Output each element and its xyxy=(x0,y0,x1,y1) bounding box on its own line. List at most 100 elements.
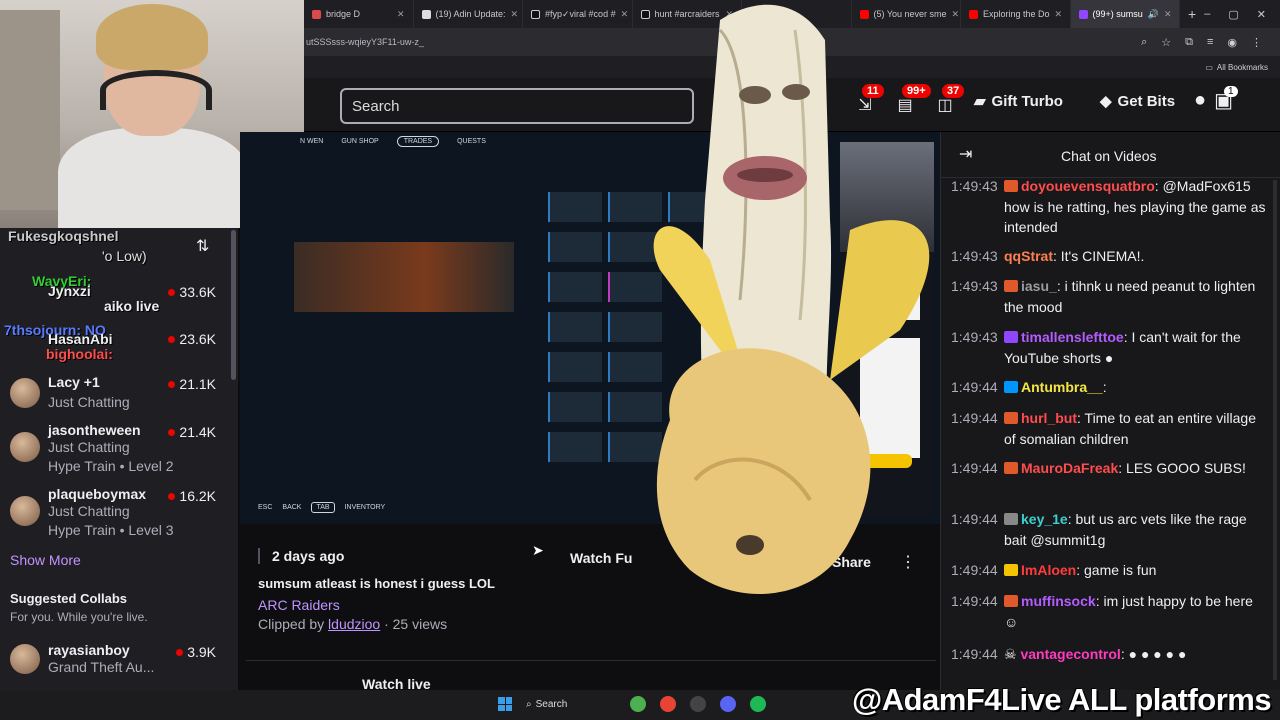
close-icon[interactable]: ✕ xyxy=(1164,9,1172,20)
viewer-count: 3.9K xyxy=(176,644,216,660)
bookmark-star-icon[interactable]: ☆ xyxy=(1161,36,1171,49)
channel-category: Just Chatting xyxy=(48,394,130,410)
chat-text: LES GOOO SUBS! xyxy=(1126,460,1246,476)
prime-loot-icon[interactable]: ⇲ 11 xyxy=(850,84,884,120)
zoom-icon[interactable]: ⌕ xyxy=(1141,36,1147,49)
browser-tab[interactable]: Exploring the Do ✕ xyxy=(961,0,1071,28)
share-button[interactable]: Share xyxy=(832,554,871,570)
overlay-chat-line: Fukesgkoqshnel xyxy=(8,228,119,244)
sort-icon[interactable]: ⇅ xyxy=(196,236,209,256)
tab-favicon xyxy=(312,9,321,19)
close-icon[interactable]: ✕ xyxy=(725,9,733,20)
browser-tab-active[interactable]: (99+) sumsu 🔊 ✕ xyxy=(1070,0,1180,28)
tab-favicon xyxy=(421,9,431,19)
gift-turbo-button[interactable]: ▰ Gift Turbo xyxy=(974,92,1063,111)
whispers-icon[interactable]: ◫ 37 xyxy=(930,84,965,120)
game-item-cell xyxy=(548,192,602,222)
show-more-link[interactable]: Show More xyxy=(10,552,81,568)
close-icon[interactable]: ✕ xyxy=(621,9,629,20)
browser-tab[interactable]: #fyp✓viral #cod # ✕ xyxy=(523,0,633,28)
app-icon[interactable] xyxy=(630,696,646,712)
media-icon[interactable]: ≡ xyxy=(1207,36,1213,49)
drops-icon[interactable]: ● xyxy=(1194,89,1206,112)
chat-username[interactable]: key_1e xyxy=(1021,511,1068,527)
emote-icon: ● ● ● ● ● xyxy=(1128,646,1187,662)
chrome-icon[interactable] xyxy=(660,696,676,712)
maximize-icon[interactable]: ▢ xyxy=(1228,8,1238,21)
chat-message: 1:49:44 muffinsock: im just happy to be h… xyxy=(951,593,1253,630)
chat-username[interactable]: MauroDaFreak xyxy=(1021,460,1118,476)
clipper-link[interactable]: ldudzioo xyxy=(328,616,380,632)
chat-username[interactable]: qqStrat xyxy=(1004,248,1053,264)
chat-username[interactable]: doyouevensquatbro xyxy=(1021,178,1155,194)
chat-timestamp: 1:49:43 xyxy=(951,329,998,345)
browser-tab[interactable]: bridge D ✕ xyxy=(304,0,414,28)
sidebar-channel[interactable]: plaqueboymax Just Chatting Hype Train • … xyxy=(0,482,238,542)
close-icon[interactable]: ✕ xyxy=(397,9,405,20)
badge-count: 11 xyxy=(862,84,884,98)
get-bits-button[interactable]: ◆ Get Bits xyxy=(1100,92,1175,111)
close-icon[interactable]: ✕ xyxy=(511,9,519,20)
game-info-card xyxy=(860,260,920,320)
speaker-icon[interactable]: 🔊 xyxy=(1148,9,1159,20)
clip-game-link[interactable]: ARC Raiders xyxy=(258,597,340,613)
browser-tab[interactable]: (5) You never sme ✕ xyxy=(852,0,961,28)
chat-username[interactable]: iasu_ xyxy=(1021,278,1057,294)
new-tab-icon[interactable]: + xyxy=(1180,6,1204,22)
windows-start-icon[interactable] xyxy=(498,697,512,711)
close-icon[interactable]: ✕ xyxy=(1055,9,1063,20)
video-player[interactable]: N WEN GUN SHOP TRADES QUESTS ESC BACK TA… xyxy=(240,132,940,524)
chat-timestamp: 1:49:44 xyxy=(951,460,998,476)
window-controls: – ▢ ✕ xyxy=(1204,8,1280,21)
app-icon[interactable] xyxy=(690,696,706,712)
extensions-icon[interactable]: ⧉ xyxy=(1185,36,1193,49)
discord-icon[interactable] xyxy=(720,696,736,712)
crown-badge-icon xyxy=(1004,381,1018,393)
spotify-icon[interactable] xyxy=(750,696,766,712)
chat-username[interactable]: timallenslefttoe xyxy=(1021,329,1124,345)
gift-turbo-label: Gift Turbo xyxy=(991,92,1063,110)
game-confirm-button xyxy=(860,454,912,468)
profile-icon[interactable]: ◉ xyxy=(1227,36,1237,49)
collapse-chat-icon[interactable]: ⇥ xyxy=(959,144,972,164)
chat-timestamp: 1:49:44 xyxy=(951,646,998,662)
chat-username[interactable]: ImAloen xyxy=(1021,562,1076,578)
chat-scrollbar[interactable] xyxy=(1273,180,1277,680)
streamer-hair xyxy=(96,4,208,70)
chat-username[interactable]: vantagecontrol xyxy=(1020,646,1120,662)
window-close-icon[interactable]: ✕ xyxy=(1257,8,1266,21)
chat-username[interactable]: hurl_but xyxy=(1021,410,1077,426)
chat-timestamp: 1:49:43 xyxy=(951,248,998,264)
chat-username[interactable]: muffinsock xyxy=(1021,593,1096,609)
all-bookmarks-link[interactable]: All Bookmarks xyxy=(1217,63,1268,72)
overlay-chat-line: Jynxzi xyxy=(48,283,91,299)
address-bar[interactable]: utSSSsss-wqieyY3F11-uw-z_ ⌕ ☆ ⧉ ≡ ◉ ⋮ xyxy=(304,28,1280,56)
sidebar-channel[interactable]: jasontheween Just Chatting Hype Train • … xyxy=(0,418,238,478)
watch-full-button[interactable]: Watch Fu xyxy=(570,550,632,566)
tab-favicon xyxy=(531,9,540,19)
browser-tab[interactable]: (19) Adin Update: ✕ xyxy=(414,0,523,28)
viewer-count: 21.1K xyxy=(168,376,216,392)
tab-label: hunt #arcraiders xyxy=(654,9,720,19)
more-options-icon[interactable]: ⋮ xyxy=(900,552,916,572)
browser-tab[interactable]: B xyxy=(742,0,852,28)
suggested-channel[interactable]: rayasianboy Grand Theft Au... 3.9K xyxy=(0,638,238,698)
menu-icon[interactable]: ⋮ xyxy=(1251,36,1262,49)
close-icon[interactable]: ✕ xyxy=(952,9,960,20)
tab-favicon xyxy=(1078,9,1088,19)
browser-tab[interactable]: hunt #arcraiders ✕ xyxy=(633,0,742,28)
chat-username[interactable]: Antumbra__ xyxy=(1021,379,1103,395)
inbox-icon[interactable]: ▤ 99+ xyxy=(890,84,931,120)
address-bar-icons: ⌕ ☆ ⧉ ≡ ◉ ⋮ xyxy=(1141,36,1280,49)
taskbar-search[interactable]: ⌕ Search xyxy=(526,699,616,710)
sub-badge-icon xyxy=(1004,462,1018,474)
minimize-icon[interactable]: – xyxy=(1204,8,1210,21)
search-input[interactable] xyxy=(340,88,694,124)
chat-timestamp: 1:49:44 xyxy=(951,593,998,609)
game-key-hint: ESC xyxy=(258,504,273,511)
overlay-chat-line: aiko live xyxy=(104,298,160,314)
game-key-hint: INVENTORY xyxy=(344,504,386,511)
game-tab: QUESTS xyxy=(457,138,486,145)
chat-header: ⇥ Chat on Videos xyxy=(941,132,1280,178)
game-item-cell xyxy=(548,272,602,302)
